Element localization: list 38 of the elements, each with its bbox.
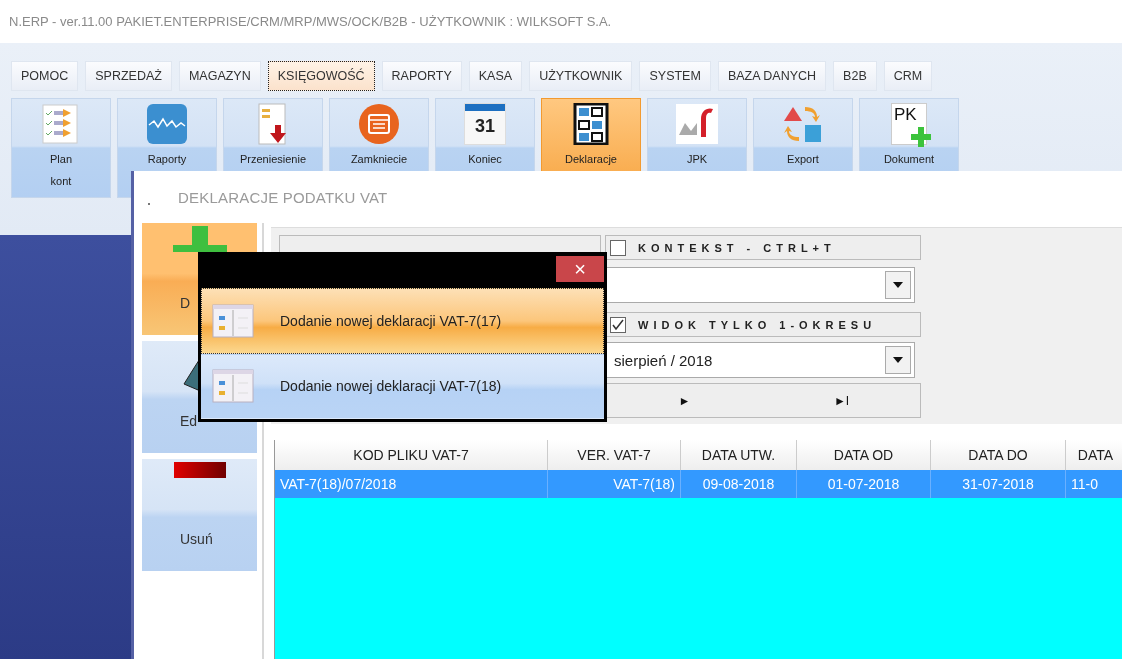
nav-button[interactable]: ► <box>606 384 763 417</box>
table-cell: VAT-7(18) <box>548 470 681 498</box>
menu-tab[interactable]: SYSTEM <box>639 61 711 91</box>
menu-tab[interactable]: MAGAZYN <box>178 61 261 91</box>
menu-item[interactable]: Dodanie nowej deklaracji VAT-7(18) <box>201 353 604 419</box>
menu-tab[interactable]: RAPORTY <box>381 61 462 91</box>
menu-tab[interactable]: SPRZEDAŻ <box>85 61 172 91</box>
checkbox-label: KONTEKST - CTRL+T <box>638 241 836 254</box>
menu-tab[interactable]: KASA <box>468 61 523 91</box>
table-cell: 11-0 <box>1066 470 1122 498</box>
nav-button[interactable]: ►I <box>763 384 920 417</box>
chart-icon <box>145 103 189 145</box>
calendar-icon <box>357 103 401 145</box>
table-cell: 09-08-2018 <box>681 470 797 498</box>
menu-tab[interactable]: BAZA DANYCH <box>717 61 827 91</box>
table-cell: VAT-7(18)/07/2018 <box>275 470 548 498</box>
ribbon-button[interactable]: Plan kont <box>11 98 111 198</box>
checkbox[interactable] <box>610 239 626 256</box>
menu-item[interactable]: Dodanie nowej deklaracji VAT-7(17) <box>201 288 604 354</box>
plus-icon <box>172 226 227 252</box>
menu-tab[interactable]: UŻYTKOWNIK <box>529 61 633 91</box>
minus-icon <box>173 462 226 478</box>
menu-tab[interactable]: POMOC <box>11 61 79 91</box>
logo-icon <box>675 103 719 145</box>
menu-tab[interactable]: CRM <box>883 61 933 91</box>
window-title: N.ERP - ver.11.00 PAKIET.ENTERPRISE/CRM/MRP/MWS/OCK/B2B - UŻYTKOWNIK : WILKSOFT S.A. <box>8 13 613 31</box>
checkbox-label: WIDOK TYLKO 1-OKRESU <box>638 318 877 331</box>
close-button[interactable]: × <box>556 256 604 282</box>
table-cell: 01-07-2018 <box>797 470 931 498</box>
menu-tab[interactable]: B2B <box>833 61 877 91</box>
period-dropdown[interactable]: sierpień / 2018 <box>605 342 915 378</box>
calendar-icon: 31 <box>464 103 506 145</box>
window-icon <box>212 303 254 338</box>
window-icon <box>212 369 254 404</box>
checkbox[interactable] <box>610 316 626 333</box>
table-cell: 31-07-2018 <box>931 470 1066 498</box>
menu-tab[interactable]: KSIĘGOWOŚĆ <box>267 61 375 91</box>
side-button[interactable]: Usuń <box>142 459 257 571</box>
